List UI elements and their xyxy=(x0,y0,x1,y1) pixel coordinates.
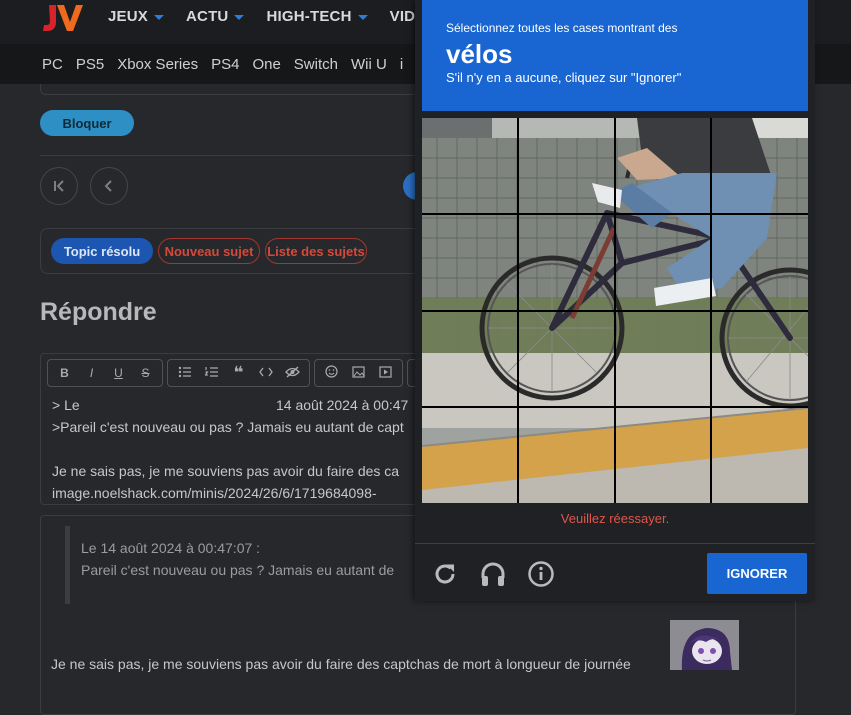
block-group: ❝ xyxy=(167,359,310,387)
video-icon[interactable] xyxy=(372,365,399,381)
captcha-error: Veuillez réessayer. xyxy=(560,511,670,526)
headphones-icon[interactable] xyxy=(479,560,507,588)
platform-more[interactable]: i xyxy=(400,56,403,73)
preview-reply-text: Je ne sais pas, je me souviens pas avoir… xyxy=(51,656,631,672)
platform-switch[interactable]: Switch xyxy=(294,56,338,73)
grid-lines xyxy=(422,118,808,503)
captcha-subtext: S'il n'y en a aucune, cliquez sur "Ignor… xyxy=(446,70,682,85)
previous-post-box xyxy=(40,84,422,95)
reply-title: Répondre xyxy=(40,298,157,326)
captcha-image-grid xyxy=(421,118,851,503)
editor-quote-date: 14 août 2024 à 00:47 xyxy=(276,397,409,413)
quote-body: Pareil c'est nouveau ou pas ? Jamais eu … xyxy=(81,562,395,578)
captcha-divider xyxy=(415,543,815,544)
image-icon[interactable] xyxy=(345,365,372,381)
quote-header: Le 14 août 2024 à 00:47:07 : xyxy=(81,540,261,556)
bold-button[interactable]: B xyxy=(51,366,78,380)
bullet-list-icon[interactable] xyxy=(171,366,198,381)
quote-icon[interactable]: ❝ xyxy=(225,363,252,383)
caret-down-icon xyxy=(357,15,368,20)
menu-label: HIGH-TECH xyxy=(266,8,352,25)
menu-actu[interactable]: ACTU xyxy=(186,8,245,25)
format-group: B I U S xyxy=(47,359,163,387)
new-topic-button[interactable]: Nouveau sujet xyxy=(158,238,260,264)
platform-wii-u[interactable]: Wii U xyxy=(351,56,387,73)
divider xyxy=(40,155,420,156)
editor-line: >Pareil c'est nouveau ou pas ? Jamais eu… xyxy=(52,419,404,435)
quote-content: Le 14 août 2024 à 00:47:07 : Pareil c'es… xyxy=(81,537,394,581)
menu-label: JEUX xyxy=(108,8,148,25)
menu-label: ACTU xyxy=(186,8,229,25)
topic-list-button[interactable]: Liste des sujets xyxy=(265,238,367,264)
platform-menu: PC PS5 Xbox Series PS4 One Switch Wii U … xyxy=(42,56,403,73)
platform-pc[interactable]: PC xyxy=(42,56,63,73)
jv-logo[interactable] xyxy=(40,2,84,34)
captcha-header: Sélectionnez toutes les cases montrant d… xyxy=(422,0,808,111)
previous-page-button[interactable] xyxy=(90,167,128,205)
block-button[interactable]: Bloquer xyxy=(40,110,134,136)
platform-xbox-series[interactable]: Xbox Series xyxy=(117,56,198,73)
resolved-topic-button[interactable]: Topic résolu xyxy=(51,238,153,264)
editor-line: image.noelshack.com/minis/2024/26/6/1719… xyxy=(52,485,377,501)
main-menu: JEUX ACTU HIGH-TECH VIDE xyxy=(108,8,425,25)
menu-high-tech[interactable]: HIGH-TECH xyxy=(266,8,368,25)
spoiler-eye-off-icon[interactable] xyxy=(279,365,306,381)
code-icon[interactable] xyxy=(252,366,279,381)
menu-jeux[interactable]: JEUX xyxy=(108,8,164,25)
caret-down-icon xyxy=(234,15,245,20)
platform-ps4[interactable]: PS4 xyxy=(211,56,239,73)
reload-icon[interactable] xyxy=(431,560,459,588)
captcha-target: vélos xyxy=(446,39,513,69)
caret-down-icon xyxy=(154,15,164,20)
first-page-button[interactable] xyxy=(40,167,78,205)
reply-editor[interactable]: B I U S ❝ ? > Le 14 août 2024 à 00:47 >Pa… xyxy=(40,353,420,505)
skip-button[interactable]: IGNORER xyxy=(707,553,807,594)
chevron-left-icon xyxy=(104,180,112,192)
insert-group xyxy=(314,359,403,387)
recaptcha-challenge: Sélectionnez toutes les cases montrant d… xyxy=(415,0,851,601)
editor-content[interactable]: > Le 14 août 2024 à 00:47 >Pareil c'est n… xyxy=(52,394,408,504)
noelshack-sticker-image xyxy=(670,620,739,670)
editor-line: > Le xyxy=(52,397,80,413)
editor-line: Je ne sais pas, je me souviens pas avoir… xyxy=(52,463,400,479)
editor-toolbar: B I U S ❝ ? xyxy=(47,359,419,387)
numbered-list-icon[interactable] xyxy=(198,366,225,381)
captcha-instruction: Sélectionnez toutes les cases montrant d… xyxy=(446,21,678,35)
info-icon[interactable] xyxy=(527,560,555,588)
strike-button[interactable]: S xyxy=(132,366,159,380)
italic-button[interactable]: I xyxy=(78,366,105,380)
first-page-icon xyxy=(54,180,64,192)
smiley-icon[interactable] xyxy=(318,365,345,381)
platform-ps5[interactable]: PS5 xyxy=(76,56,104,73)
platform-one[interactable]: One xyxy=(252,56,280,73)
underline-button[interactable]: U xyxy=(105,366,132,380)
